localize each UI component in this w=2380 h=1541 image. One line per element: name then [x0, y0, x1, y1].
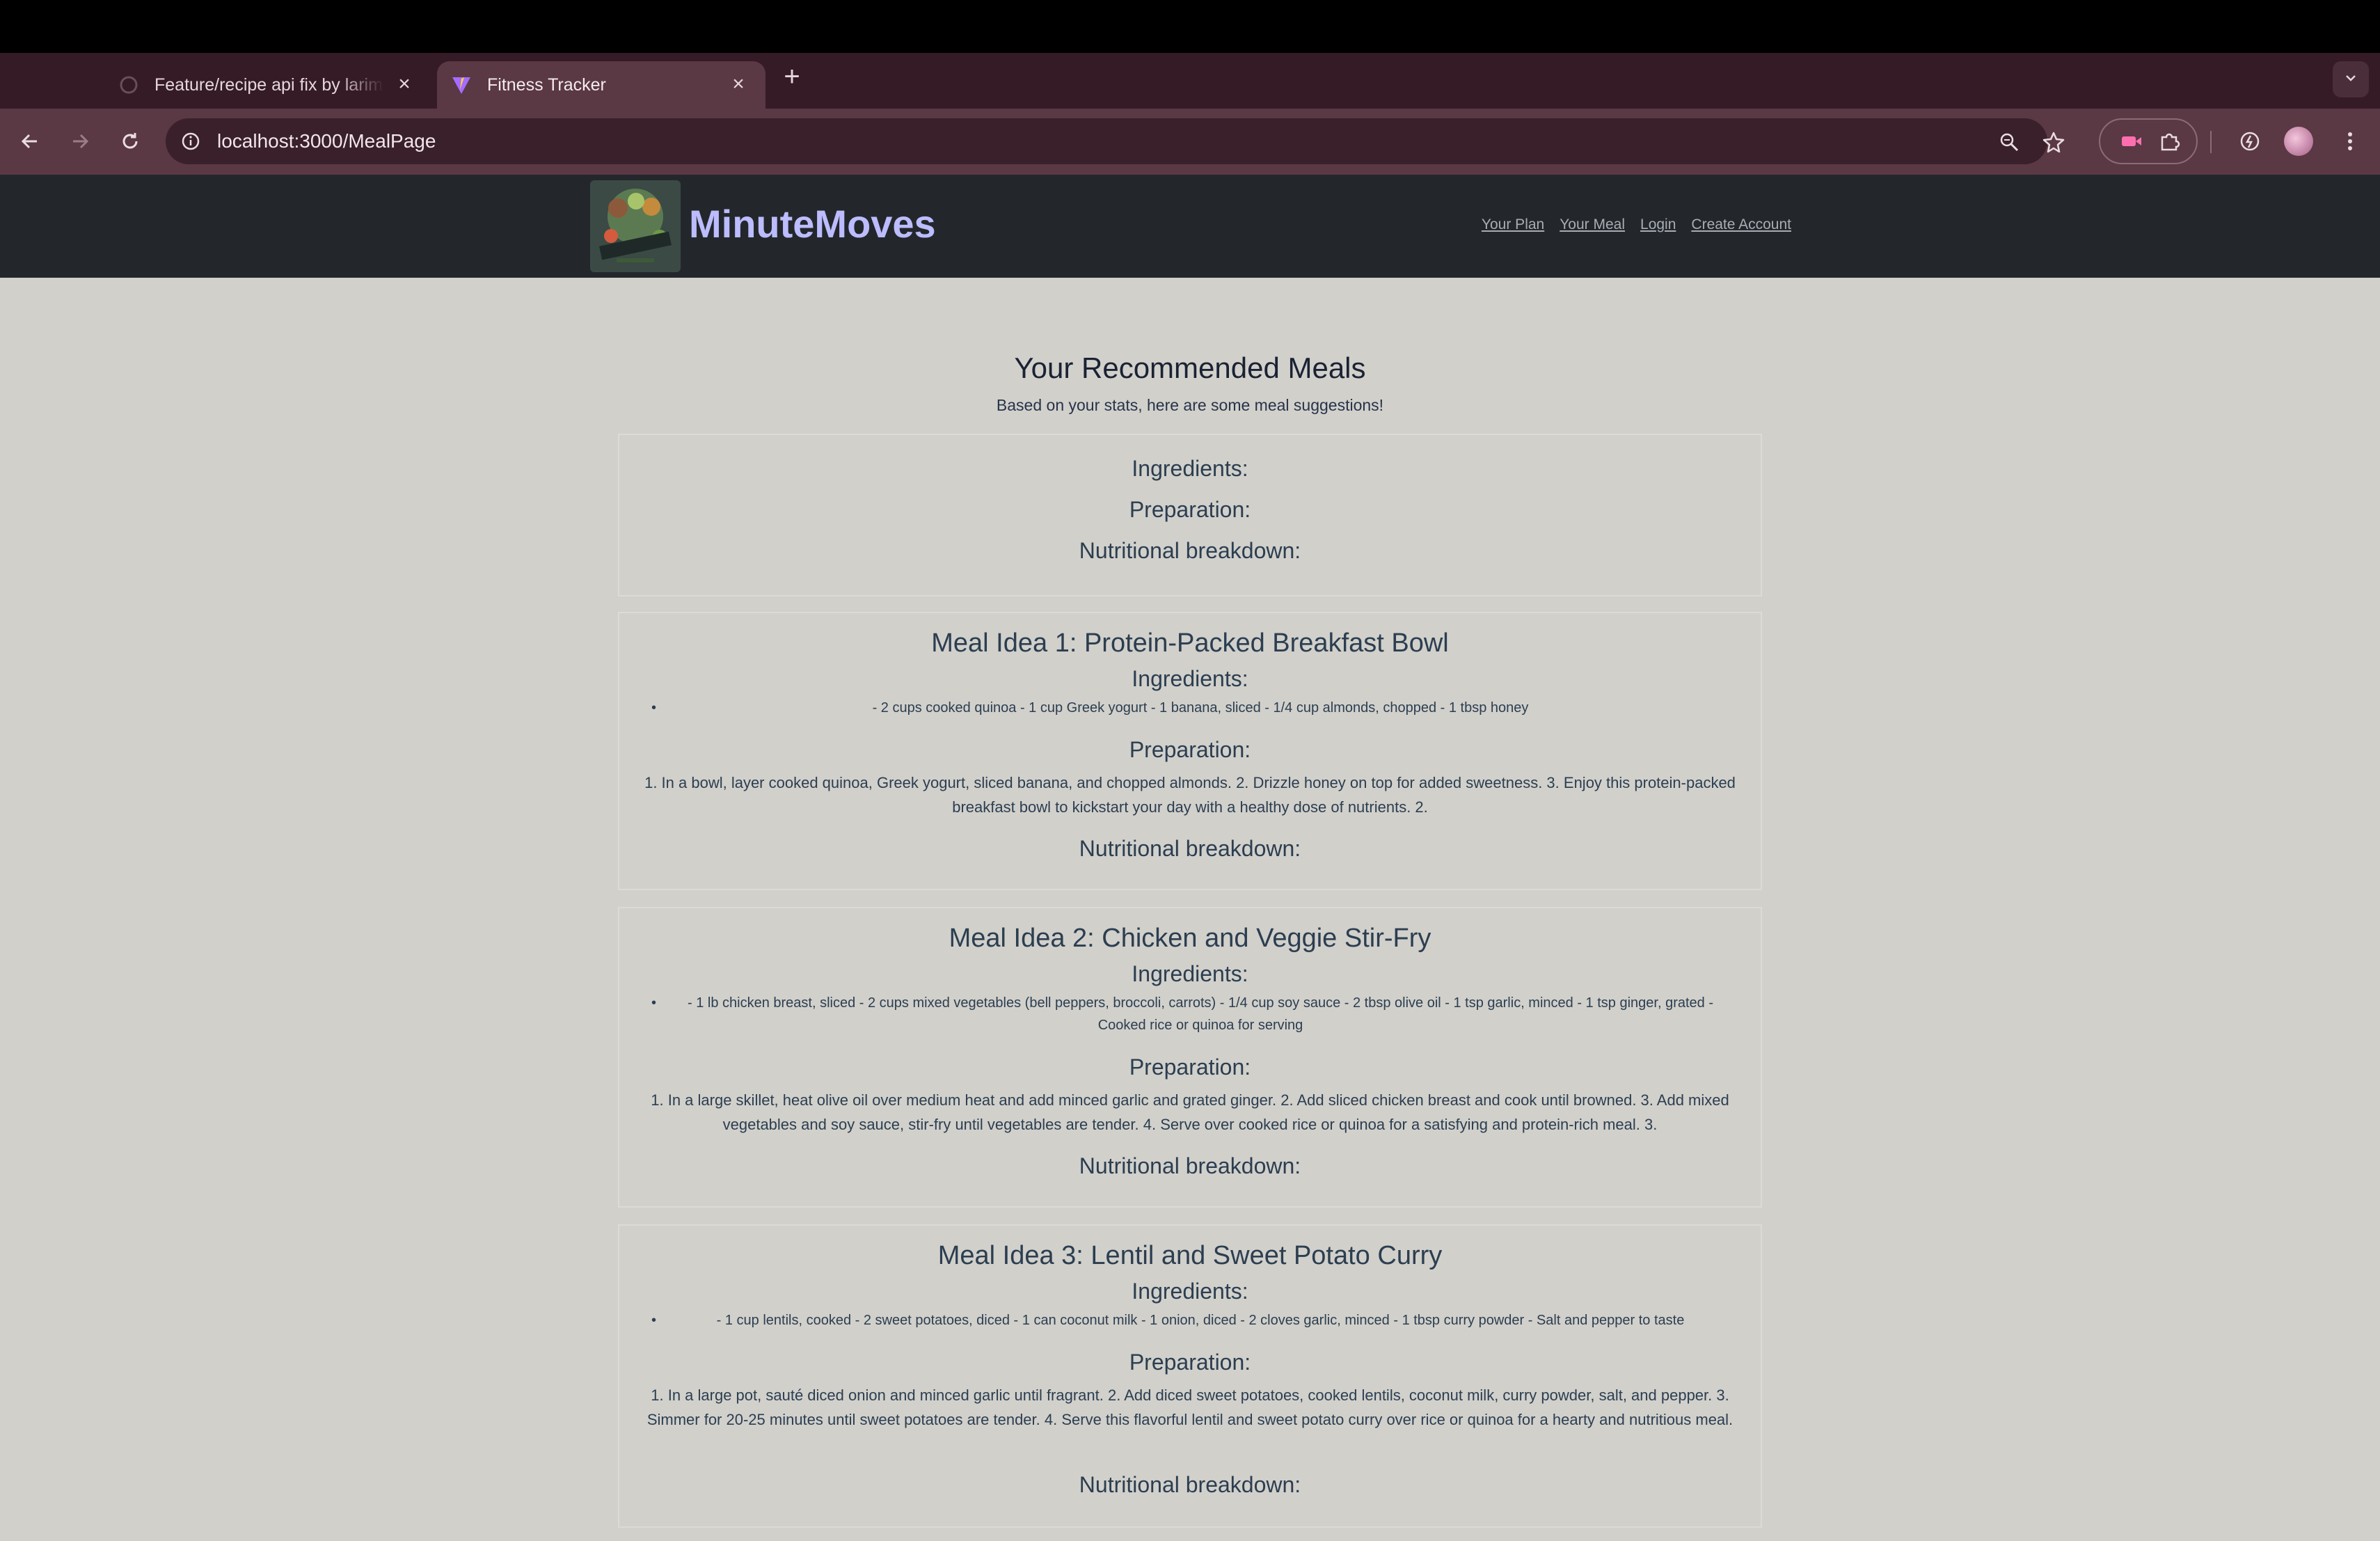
close-tab-icon[interactable]: ×	[394, 74, 415, 95]
close-tab-icon[interactable]: ×	[728, 74, 749, 95]
bullet: •	[651, 700, 657, 716]
nutrition-heading: Nutritional breakdown:	[1079, 836, 1301, 861]
meal-title: Meal Idea 1: Protein-Packed Breakfast Bo…	[931, 629, 1449, 658]
bullet: •	[651, 1313, 657, 1328]
preparation-text: 1. In a large pot, sauté diced onion and…	[646, 1386, 1734, 1428]
new-tab-icon[interactable]: +	[778, 63, 806, 90]
ingredients-heading: Ingredients:	[1132, 456, 1248, 481]
forward-button[interactable]	[63, 124, 97, 159]
bookmark-star-icon[interactable]	[2042, 130, 2065, 154]
site-header: MinuteMoves Your Plan Your Meal Login Cr…	[0, 175, 2380, 278]
nutrition-heading: Nutritional breakdown:	[1079, 538, 1301, 563]
ingredients-heading: Ingredients:	[1132, 961, 1248, 986]
profile-avatar[interactable]	[2284, 127, 2313, 156]
meal-card-1: Meal Idea 1: Protein-Packed Breakfast Bo…	[618, 612, 1762, 890]
puzzle-icon[interactable]	[2157, 129, 2181, 153]
tab-title: Feature/recipe api fix by larim	[154, 74, 383, 95]
meal-card-2: Meal Idea 2: Chicken and Veggie Stir-Fry…	[618, 907, 1762, 1208]
page-subtitle: Based on your stats, here are some meal …	[996, 396, 1384, 414]
site-info-icon[interactable]	[180, 130, 202, 152]
brand-name[interactable]: MinuteMoves	[689, 201, 936, 246]
tab-title: Fitness Tracker	[487, 74, 606, 95]
ingredients-text: - 1 cup lentils, cooked - 2 sweet potato…	[716, 1313, 1685, 1328]
ingredients-heading: Ingredients:	[1132, 666, 1248, 691]
preparation-heading: Preparation:	[1129, 497, 1251, 522]
page-title: Your Recommended Meals	[1014, 351, 1366, 384]
chevron-down-icon	[2343, 70, 2358, 89]
ingredients-text: - 2 cups cooked quinoa - 1 cup Greek yog…	[872, 700, 1529, 716]
ingredients-heading: Ingredients:	[1132, 1279, 1248, 1304]
screen-recorder-icon[interactable]	[2120, 129, 2143, 153]
url-text: localhost:3000/MealPage	[217, 130, 436, 152]
meal-title: Meal Idea 3: Lentil and Sweet Potato Cur…	[937, 1241, 1443, 1270]
preparation-heading: Preparation:	[1129, 737, 1251, 762]
brand-logo[interactable]	[590, 180, 681, 272]
nutrition-heading: Nutritional breakdown:	[1079, 1472, 1301, 1497]
ingredients-list: • - 2 cups cooked quinoa - 1 cup Greek y…	[619, 697, 1761, 719]
extensions-group	[2099, 118, 2198, 164]
nav-link-your-plan[interactable]: Your Plan	[1482, 216, 1544, 233]
zoom-icon[interactable]	[1997, 130, 2021, 154]
nav-link-your-meal[interactable]: Your Meal	[1560, 216, 1625, 233]
tab-github[interactable]: Feature/recipe api fix by larim ×	[104, 61, 431, 109]
reload-icon	[122, 133, 138, 149]
preparation-text: 1. In a bowl, layer cooked quinoa, Greek…	[644, 774, 1736, 816]
meal-card-3: Meal Idea 3: Lentil and Sweet Potato Cur…	[618, 1224, 1762, 1528]
back-button[interactable]	[13, 124, 47, 159]
preparation-heading: Preparation:	[1129, 1054, 1251, 1080]
nav-link-login[interactable]: Login	[1640, 216, 1676, 233]
github-icon	[118, 74, 139, 95]
tab-fitness-tracker[interactable]: Fitness Tracker ×	[437, 61, 765, 109]
ingredients-text: - 1 lb chicken breast, sliced - 2 cups m…	[687, 995, 1713, 1033]
vite-icon	[451, 74, 472, 95]
ingredients-list: • - 1 lb chicken breast, sliced - 2 cups…	[619, 992, 1761, 1036]
meal-card-empty: Ingredients: Preparation: Nutritional br…	[618, 434, 1762, 596]
arrow-left-icon	[21, 134, 37, 149]
arrow-right-icon	[73, 134, 89, 149]
reload-button[interactable]	[113, 124, 148, 159]
ingredients-list: • - 1 cup lentils, cooked - 2 sweet pota…	[619, 1309, 1761, 1331]
os-top-bar	[0, 0, 2380, 53]
meal-title: Meal Idea 2: Chicken and Veggie Stir-Fry	[949, 924, 1431, 953]
kebab-menu-icon[interactable]	[2333, 124, 2367, 159]
performance-icon[interactable]	[2232, 124, 2267, 159]
bullet: •	[651, 995, 657, 1011]
main-nav: Your Plan Your Meal Login Create Account	[1482, 216, 1791, 233]
toolbar-divider	[2210, 131, 2212, 153]
preparation-heading: Preparation:	[1129, 1350, 1251, 1375]
nav-link-create-account[interactable]: Create Account	[1691, 216, 1791, 233]
browser-toolbar: localhost:3000/MealPage	[0, 109, 2380, 175]
tab-strip: Feature/recipe api fix by larim × Fitnes…	[0, 53, 2380, 109]
nutrition-heading: Nutritional breakdown:	[1079, 1153, 1301, 1178]
preparation-text: 1. In a large skillet, heat olive oil ov…	[651, 1091, 1729, 1133]
tab-search-button[interactable]	[2333, 61, 2369, 97]
address-bar[interactable]: localhost:3000/MealPage	[166, 118, 2065, 164]
